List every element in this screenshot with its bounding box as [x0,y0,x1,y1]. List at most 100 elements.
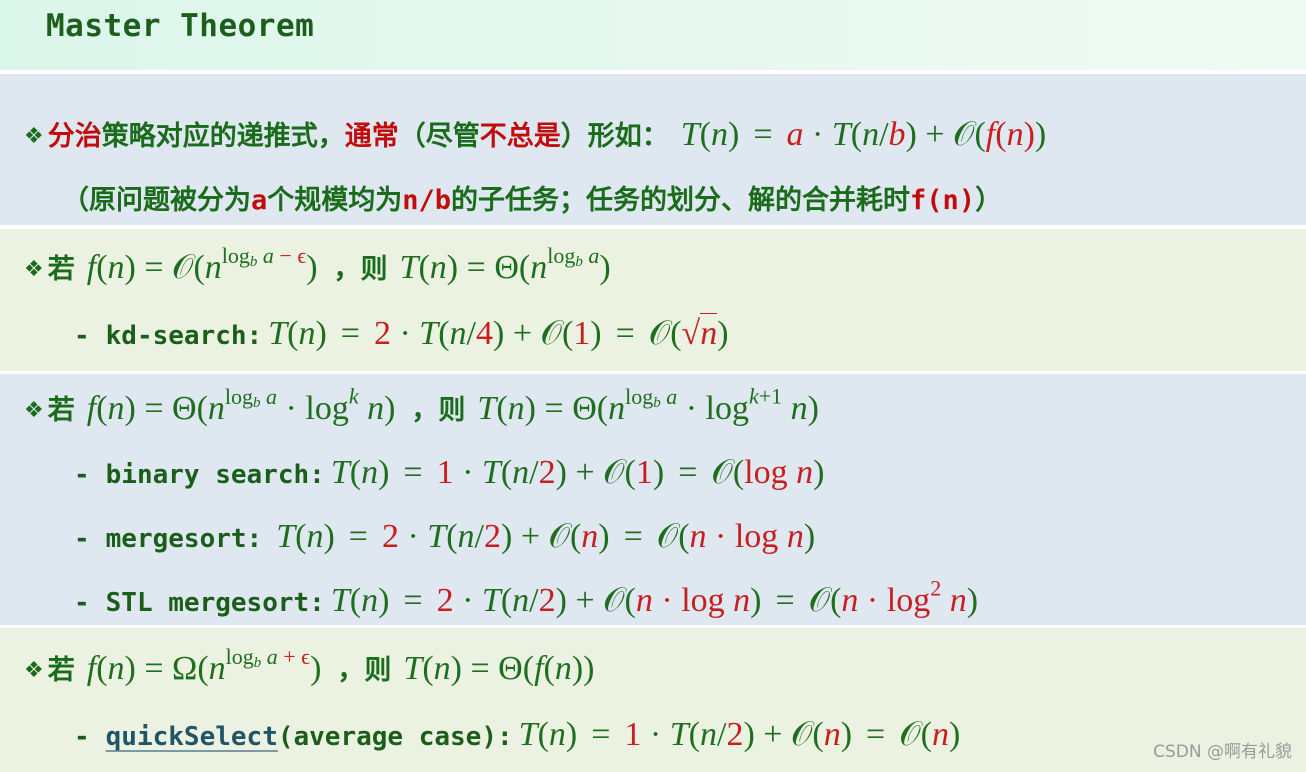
case-result: T(n) = Θ(nlogb a) [400,244,611,287]
math-token: T [518,716,538,753]
example-formula: T(n) = 2 · T(n/4) + 𝒪(1) = 𝒪(√n) [268,313,729,353]
text-segment: 个规模均为 [267,185,403,216]
math-token: 𝒪 [899,716,921,753]
math-token-highlight: n [733,582,751,619]
math-token: T [427,518,447,555]
highlight-text: 不总是 [479,121,561,152]
math-token: ) [948,716,961,753]
math-token-highlight: · [706,518,735,555]
math-token: ( [500,454,513,491]
math-exponent: logb a − ϵ [222,243,306,269]
text-segment: （原问题被分为 [62,185,251,216]
case-result: T(n) = Θ(f(n)) [403,650,594,688]
case-3-section: ❖ 若 f(n) = Ω(nlogb a + ϵ) ，则 T(n) = Θ(f(… [0,628,1306,772]
math-token: n [862,116,880,153]
math-token: + [512,518,549,555]
highlight-text: n/b [402,185,452,216]
math-token: f [86,249,97,286]
math-token: n [790,390,808,427]
math-token-highlight: n [786,518,804,555]
math-token: n [457,518,475,555]
text-segment: ） [975,185,1003,216]
math-token: n [554,650,572,687]
quickselect-link[interactable]: quickSelect [106,722,278,752]
math-token: + [504,315,541,352]
math-token: = [591,716,611,753]
math-token: 𝒪 [540,315,562,352]
math-token: = [135,249,173,286]
math-token: ) [306,249,318,286]
math-token-highlight: ( [995,116,1007,153]
math-token: = [753,116,773,153]
math-token: ) [1034,116,1047,153]
math-token: n [433,650,451,687]
math-token: ( [295,518,307,555]
math-token: · [641,716,670,753]
math-token: · log [677,390,749,427]
math-token: ) [501,518,513,555]
list-dash: - [74,460,90,490]
math-token: ( [287,315,299,352]
math-token: ) [813,454,825,491]
math-token: ) [966,582,979,619]
math-token: ( [96,390,108,427]
math-token: = [135,390,173,427]
example-name: STL mergesort: [105,588,325,618]
math-token: ) [450,650,462,687]
math-token-highlight: 1 [635,454,653,491]
math-token: + [566,582,604,619]
math-token: ( [349,582,362,619]
bullet-diamond-icon: ❖ [24,658,44,683]
math-token: ) [840,716,853,753]
math-token [782,390,791,427]
math-token-highlight: a [786,116,804,153]
example-row: - binary search: T(n) = 1 · T(n/2) + 𝒪(1) =… [74,454,824,492]
math-token: ( [678,518,690,555]
example-formula: T(n) = 1 · T(n/2) + 𝒪(1) = 𝒪(log n) [331,454,825,492]
then-label: ，则 [333,254,388,285]
math-token: 𝒪 [953,116,975,153]
math-token: ) [565,716,578,753]
math-token: n [207,390,225,427]
math-token-highlight: + ϵ [277,643,311,669]
math-token: 𝒪 [548,518,570,555]
intro-text: 分治策略对应的递推式，通常（尽管不总是）形如： [48,114,669,153]
math-token: log [225,643,254,669]
math-token-highlight: n [635,582,653,619]
math-token: ( [96,650,108,687]
highlight-text: a [251,185,268,216]
math-token: = [135,650,173,687]
if-label: 若 [47,395,75,426]
math-token: a [582,242,600,268]
math-token: log [547,242,576,268]
case-result: T(n) = Θ(nlogb a · logk+1 n) [477,385,819,428]
case-condition: f(n) = Ω(nlogb a + ϵ) [87,645,322,688]
math-token: n [507,390,525,427]
math-token: Θ [498,650,523,687]
math-token: ( [561,315,574,352]
math-token: T [403,650,423,687]
math-token: ( [422,650,434,687]
list-dash: - [74,524,90,554]
math-token: ) [493,315,505,352]
math-token: Θ [494,249,519,286]
math-token-highlight: 4 [476,315,493,352]
math-token: = [678,454,698,491]
math-token-highlight: log [886,582,931,619]
math-token: n [361,454,379,491]
math-token: ) [652,454,665,491]
math-token-highlight: 2 [726,716,744,753]
math-token: ) [807,390,819,427]
math-token: n [512,582,530,619]
math-token: n [608,390,626,427]
math-token: ( [496,390,508,427]
math-token: 𝒪 [790,716,813,753]
math-token: ( [500,582,513,619]
math-token: = [775,582,795,619]
math-token: n [107,650,125,687]
case-1-section: ❖ 若 f(n) = 𝒪(nlogb a − ϵ) ，则 T(n) = Θ(nl… [0,229,1306,371]
math-token: / [466,315,476,352]
math-token: + [754,716,791,753]
math-token-highlight: · [858,582,887,619]
math-token-highlight: n [949,582,967,619]
